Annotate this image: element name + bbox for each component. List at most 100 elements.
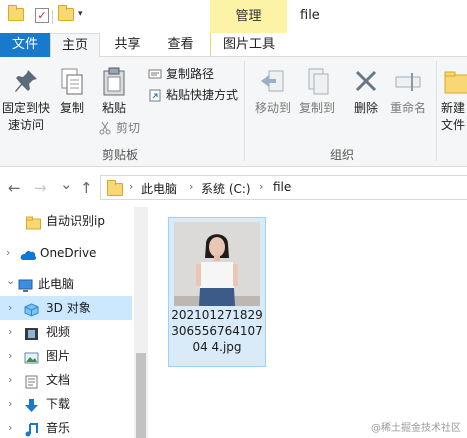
collapse-chevron-icon[interactable]: ⌄	[6, 269, 15, 293]
rename-label: 重命名	[389, 101, 426, 115]
breadcrumb-file[interactable]: file	[273, 180, 291, 194]
tab-picture-tools[interactable]: 图片工具	[210, 33, 287, 57]
pin-icon	[12, 67, 40, 97]
breadcrumb-c-drive[interactable]: 系统 (C:)	[201, 180, 251, 197]
copy-path-button[interactable]: 复制路径	[148, 65, 214, 83]
folder-icon	[26, 214, 41, 230]
nav-item-documents[interactable]: › 文档	[0, 368, 132, 392]
up-button[interactable]: ↑	[80, 179, 93, 197]
cut-button[interactable]: 剪切	[98, 119, 140, 137]
copy-button[interactable]: 复制	[54, 67, 90, 117]
nav-label: 文档	[46, 373, 71, 387]
expand-chevron-icon[interactable]: ›	[8, 296, 12, 320]
paste-shortcut-button[interactable]: 粘贴快捷方式	[148, 86, 238, 104]
expand-chevron-icon[interactable]: ›	[8, 320, 12, 344]
breadcrumb-this-pc[interactable]: 此电脑	[141, 180, 177, 197]
music-icon	[24, 421, 39, 437]
ribbon: 固定到快 速访问 复制 粘贴 复制路径 粘贴快捷方式 剪切 剪贴板 移动到 复制…	[0, 57, 467, 167]
picture-icon	[24, 349, 39, 364]
address-bar[interactable]: › 此电脑 › 系统 (C:) › file	[100, 175, 467, 200]
customize-toolbar-dropdown[interactable]: ▾	[78, 9, 83, 19]
nav-label: 此电脑	[38, 277, 75, 291]
rename-icon	[394, 67, 422, 97]
video-icon	[24, 325, 39, 340]
ribbon-group-separator	[436, 61, 437, 161]
back-button[interactable]: ←	[8, 179, 21, 197]
move-to-icon	[259, 67, 287, 97]
nav-scrollbar[interactable]	[134, 207, 148, 438]
nav-item-pictures[interactable]: › 图片	[0, 344, 132, 368]
copy-to-button[interactable]: 复制到	[296, 67, 338, 117]
tab-view[interactable]: 查看	[158, 33, 203, 57]
expand-chevron-icon[interactable]: ›	[8, 368, 12, 392]
copy-to-icon	[303, 67, 331, 97]
ribbon-tab-row: 文件 主页 共享 查看 图片工具	[0, 33, 467, 58]
nav-label: 自动识别ip	[46, 214, 105, 228]
copy-to-label: 复制到	[298, 101, 335, 115]
new-folder-label-line1: 新建	[441, 101, 466, 115]
nav-label: 下载	[46, 397, 71, 411]
delete-x-icon	[352, 67, 380, 97]
ribbon-group-separator	[244, 61, 245, 161]
move-to-label: 移动到	[254, 101, 291, 115]
breadcrumb-separator: ›	[189, 180, 194, 193]
nav-item-this-pc[interactable]: ⌄ 此电脑	[0, 272, 132, 296]
manage-context-tab[interactable]: 管理	[210, 0, 287, 33]
clipboard-group-label: 剪贴板	[102, 148, 139, 162]
expand-chevron-icon[interactable]: ›	[8, 344, 12, 368]
toolbar-separator	[52, 10, 53, 24]
move-to-button[interactable]: 移动到	[252, 67, 294, 117]
nav-label: 音乐	[46, 421, 71, 435]
pin-quick-access-button[interactable]: 固定到快 速访问	[0, 67, 52, 134]
nav-item-onedrive[interactable]: › OneDrive	[0, 241, 132, 265]
properties-check-icon[interactable]: ✓	[35, 8, 49, 23]
pin-label-line1: 固定到快	[1, 101, 50, 115]
cloud-icon	[20, 246, 37, 260]
copy-path-label: 复制路径	[166, 67, 215, 81]
tab-file[interactable]: 文件	[0, 33, 50, 57]
nav-item-videos[interactable]: › 视频	[0, 320, 132, 344]
pin-label-line2: 速访问	[7, 118, 44, 132]
breadcrumb-separator: ›	[259, 180, 264, 193]
nav-item-auto-ip[interactable]: 自动识别ip	[0, 209, 132, 233]
nav-label: OneDrive	[40, 246, 97, 260]
delete-label: 删除	[353, 101, 378, 115]
tab-share[interactable]: 共享	[105, 33, 150, 57]
paste-shortcut-label: 粘贴快捷方式	[166, 88, 239, 102]
tab-home[interactable]: 主页	[50, 33, 100, 58]
nav-label: 图片	[46, 349, 71, 363]
download-icon	[24, 397, 39, 412]
paste-button[interactable]: 粘贴	[94, 67, 134, 117]
forward-button[interactable]: →	[34, 179, 47, 197]
nav-label: 视频	[46, 325, 71, 339]
expand-chevron-icon[interactable]: ›	[8, 416, 12, 438]
watermark-text: @稀土掘金技术社区	[371, 423, 461, 434]
expand-chevron-icon[interactable]: ›	[8, 392, 12, 416]
folder-icon	[8, 5, 24, 21]
new-folder-button[interactable]: 新建 文件	[441, 67, 467, 134]
cube-3d-icon	[24, 301, 39, 317]
image-thumbnail	[174, 222, 260, 306]
organize-group-label: 组织	[330, 148, 355, 162]
navigation-pane: 自动识别ip › OneDrive ⌄ 此电脑 › 3D 对象 › 视频 › 图…	[0, 207, 148, 438]
breadcrumb-separator: ›	[129, 180, 134, 193]
copy-label: 复制	[59, 101, 84, 115]
paste-shortcut-icon	[148, 88, 162, 102]
paste-label: 粘贴	[101, 101, 126, 115]
expand-chevron-icon[interactable]: ›	[6, 241, 10, 265]
nav-item-3d-objects[interactable]: › 3D 对象	[0, 296, 132, 320]
nav-item-downloads[interactable]: › 下载	[0, 392, 132, 416]
folder-icon	[107, 180, 123, 196]
clipboard-icon	[100, 67, 128, 97]
rename-button[interactable]: 重命名	[386, 67, 430, 117]
scroll-thumb[interactable]	[136, 353, 146, 438]
file-item[interactable]: 20210127182930655676410704 4.jpg	[168, 217, 266, 367]
cut-label: 剪切	[116, 121, 141, 135]
new-folder-quick-icon[interactable]	[58, 5, 74, 21]
nav-item-music[interactable]: › 音乐	[0, 416, 132, 438]
recent-locations-button[interactable]: ⌄	[60, 175, 73, 193]
copy-icon	[58, 67, 86, 97]
file-list-area[interactable]: 20210127182930655676410704 4.jpg	[148, 207, 467, 438]
copy-path-icon	[148, 67, 162, 81]
delete-button[interactable]: 删除	[348, 67, 384, 117]
